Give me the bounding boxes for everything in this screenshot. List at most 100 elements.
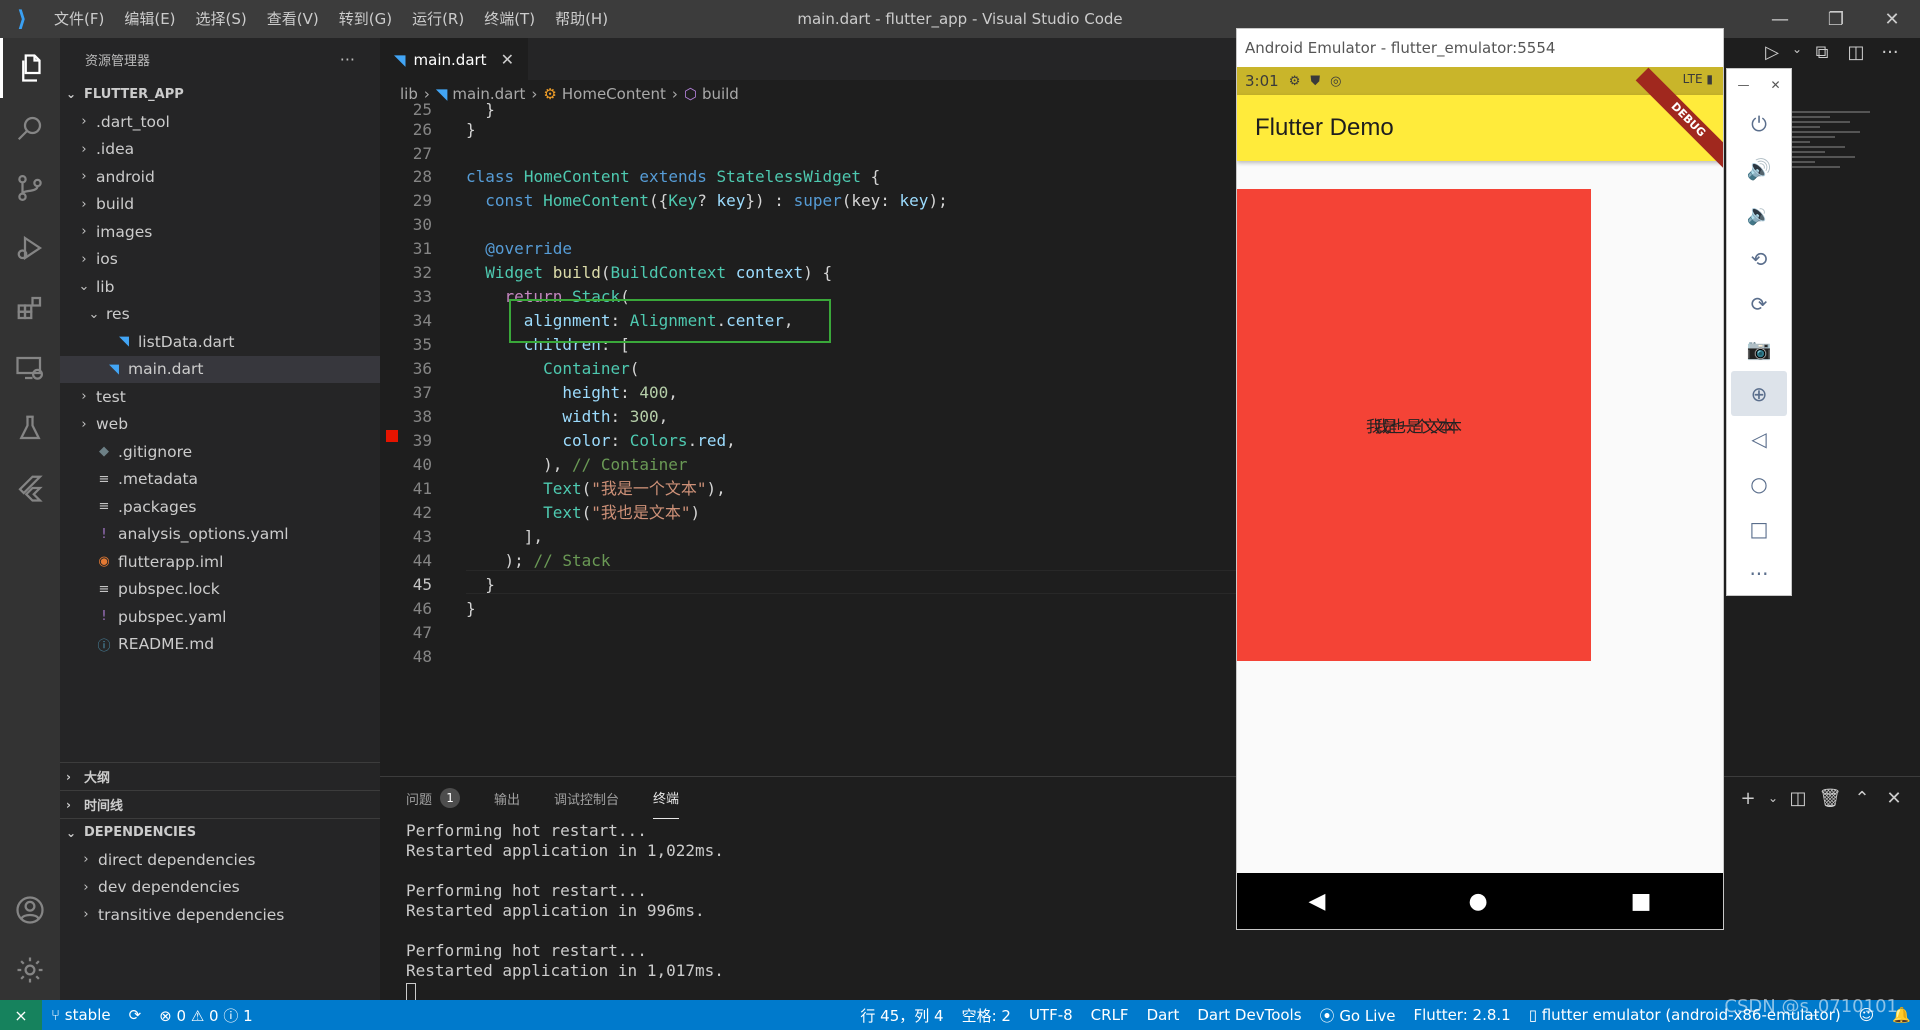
outline-section-header[interactable]: › 大纲 [60,762,380,790]
flutter-version[interactable]: Flutter: 2.8.1 [1405,1006,1520,1024]
source-control-icon[interactable] [0,158,60,218]
branch-status[interactable]: ⑂ stable [42,1006,120,1024]
settings-gear-icon[interactable] [0,940,60,1000]
minimize-icon[interactable]: — [1752,0,1808,38]
overview-icon[interactable]: □ [1727,506,1791,551]
home-icon[interactable]: ● [1468,889,1487,914]
tree-item[interactable]: ≡ .metadata [60,466,380,494]
indentation[interactable]: 空格: 2 [953,1005,1020,1026]
tree-item[interactable]: › web [60,411,380,439]
split-terminal-icon[interactable]: ◫ [1782,788,1814,809]
tree-item[interactable]: › test [60,383,380,411]
go-live[interactable]: ⦿ Go Live [1311,1005,1405,1026]
rotate-right-icon[interactable]: ⟳ [1727,281,1791,326]
language-mode[interactable]: Dart [1138,1006,1189,1024]
tree-item[interactable]: ≡ pubspec.lock [60,576,380,604]
tree-item[interactable]: › .dart_tool [60,108,380,136]
tab-terminal[interactable]: 终端 [653,777,680,819]
dependency-item[interactable]: › direct dependencies [60,846,380,874]
menu-file[interactable]: 文件(F) [44,0,114,38]
tree-item[interactable]: › ios [60,246,380,274]
accounts-icon[interactable] [0,880,60,940]
encoding[interactable]: UTF-8 [1020,1006,1082,1024]
tree-item[interactable]: ◆ .gitignore [60,438,380,466]
tab-debug-console[interactable]: 调试控制台 [554,777,619,819]
menu-edit[interactable]: 编辑(E) [114,0,185,38]
tree-item[interactable]: › build [60,191,380,219]
dependencies-section-header[interactable]: ⌄ DEPENDENCIES [60,818,380,846]
breakpoint-marker[interactable] [386,430,398,442]
tree-item[interactable]: ◉ flutterapp.iml [60,548,380,576]
home-icon[interactable]: ○ [1727,461,1791,506]
tree-item[interactable]: › images [60,218,380,246]
emulator-screen[interactable]: 3:01 ⚙ ⛊ ◎ LTE ▮ Flutter Demo 我是一个文本 我也是… [1237,67,1723,929]
search-icon[interactable] [0,98,60,158]
testing-icon[interactable] [0,398,60,458]
dependency-item[interactable]: › transitive dependencies [60,901,380,929]
line-ending[interactable]: CRLF [1082,1006,1138,1024]
dart-devtools[interactable]: Dart DevTools [1188,1006,1310,1024]
volume-down-icon[interactable]: 🔉 [1727,191,1791,236]
menu-view[interactable]: 查看(V) [257,0,329,38]
more-icon[interactable]: ··· [1727,551,1791,596]
minimize-icon[interactable]: — [1737,78,1749,92]
tree-item[interactable]: ◥ main.dart [60,355,380,383]
power-icon[interactable]: ⏻ [1727,101,1791,146]
code-editor[interactable]: 25 } 26} 27 28 class HomeContent extends … [380,100,1240,776]
trash-icon[interactable]: 🗑 [1814,788,1846,809]
tree-item[interactable]: ⓘ README.md [60,631,380,659]
app-title: Flutter Demo [1255,114,1394,141]
tab-problems[interactable]: 问题 1 [406,777,461,819]
tree-item[interactable]: › android [60,163,380,191]
menu-terminal[interactable]: 终端(T) [474,0,545,38]
back-icon[interactable]: ◀ [1309,889,1326,914]
run-debug-icon[interactable] [0,218,60,278]
menu-run[interactable]: 运行(R) [402,0,474,38]
menu-selection[interactable]: 选择(S) [186,0,257,38]
volume-up-icon[interactable]: 🔊 [1727,146,1791,191]
split-editor-icon[interactable]: ◫ [1839,42,1873,63]
close-icon[interactable]: ✕ [1770,78,1780,92]
tree-item[interactable]: ◥ listData.dart [60,328,380,356]
menu-help[interactable]: 帮助(H) [545,0,618,38]
sync-icon[interactable]: ⟳ [120,1006,151,1024]
remote-indicator-icon[interactable]: ⨯ [0,1000,42,1030]
tree-item[interactable]: › .idea [60,136,380,164]
tree-item[interactable]: ⌄ lib [60,273,380,301]
more-actions-icon[interactable]: ··· [1873,42,1907,63]
rotate-left-icon[interactable]: ⟲ [1727,236,1791,281]
tab-output[interactable]: 输出 [494,777,520,819]
new-terminal-icon[interactable]: + [1732,788,1764,809]
close-icon[interactable]: ✕ [1864,0,1920,38]
dependency-item[interactable]: › dev dependencies [60,874,380,902]
cursor-position[interactable]: 行 45，列 4 [851,1005,952,1026]
problems-status[interactable]: ⊗ 0 ⚠ 0 ⓘ 1 [150,1005,262,1026]
open-changes-icon[interactable]: ⧉ [1805,42,1839,63]
recents-icon[interactable]: ■ [1631,889,1652,914]
chevron-down-icon[interactable]: ⌄ [1764,791,1782,805]
camera-icon[interactable]: 📷 [1727,326,1791,371]
maximize-panel-icon[interactable]: ⌃ [1846,788,1878,809]
chevron-down-icon[interactable]: ⌄ [1789,42,1805,63]
remote-explorer-icon[interactable] [0,338,60,398]
restore-icon[interactable]: ❐ [1808,0,1864,38]
minimap[interactable] [1790,108,1910,208]
timeline-section-header[interactable]: › 时间线 [60,790,380,818]
close-icon[interactable]: ✕ [501,50,514,69]
close-panel-icon[interactable]: ✕ [1878,788,1910,809]
explorer-sidebar: 资源管理器 ··· ⌄ FLUTTER_APP › .dart_tool › .ide… [60,38,380,1000]
zoom-icon[interactable]: ⊕ [1731,371,1787,416]
tree-item[interactable]: ! pubspec.yaml [60,603,380,631]
tree-item[interactable]: ! analysis_options.yaml [60,521,380,549]
back-icon[interactable]: ◁ [1727,416,1791,461]
run-icon[interactable]: ▷ [1755,42,1789,63]
extensions-icon[interactable] [0,278,60,338]
explorer-icon[interactable] [0,38,60,98]
project-folder-header[interactable]: ⌄ FLUTTER_APP [60,80,380,108]
tab-main-dart[interactable]: ◥ main.dart ✕ [380,38,528,80]
menu-go[interactable]: 转到(G) [329,0,402,38]
tree-item[interactable]: ≡ .packages [60,493,380,521]
more-actions-icon[interactable]: ··· [340,50,355,69]
tree-item[interactable]: ⌄ res [60,301,380,329]
flutter-icon[interactable] [0,458,60,518]
